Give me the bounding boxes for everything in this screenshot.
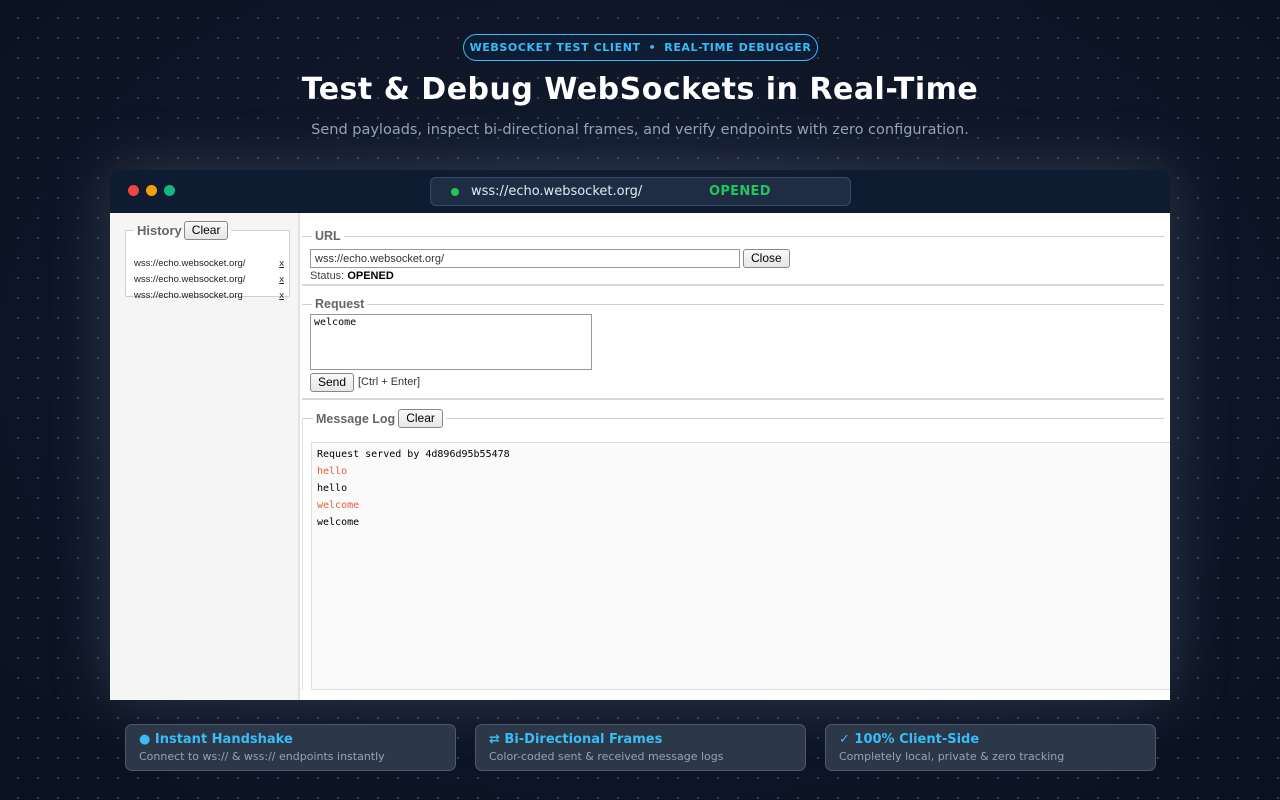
feature-card-handshake: ● Instant Handshake Connect to ws:// & w… bbox=[125, 724, 456, 771]
feature-title: ✓ 100% Client-Side bbox=[839, 732, 980, 747]
request-section: Request welcome Send [Ctrl + Enter] bbox=[302, 297, 1164, 400]
history-item[interactable]: wss://echo.websocket.org/x bbox=[134, 271, 284, 287]
feature-card-frames: ⇄ Bi-Directional Frames Color-coded sent… bbox=[475, 724, 806, 771]
history-item-remove-link[interactable]: x bbox=[279, 258, 284, 269]
history-list: wss://echo.websocket.org/x wss://echo.web… bbox=[134, 255, 284, 303]
history-item-url[interactable]: wss://echo.websocket.org bbox=[134, 290, 243, 301]
badge-separator: • bbox=[648, 41, 657, 54]
main-panel: URL wss://echo.websocket.org/ Close Stat… bbox=[302, 213, 1170, 700]
message-log-legend: Message Log Clear bbox=[313, 409, 446, 428]
log-line-received: welcome bbox=[317, 517, 360, 528]
history-item[interactable]: wss://echo.websocket.org x bbox=[134, 287, 284, 303]
log-line-received: Request served by 4d896d95b55478 bbox=[317, 449, 510, 460]
send-button[interactable]: Send bbox=[310, 373, 355, 392]
log-clear-button[interactable]: Clear bbox=[398, 409, 443, 428]
connection-indicator-icon bbox=[451, 187, 459, 196]
address-url: wss://echo.websocket.org/ bbox=[471, 184, 643, 199]
address-bar[interactable]: wss://echo.websocket.org/ OPENED bbox=[430, 177, 851, 206]
status-value: OPENED bbox=[347, 270, 394, 282]
history-item-remove-link[interactable]: x bbox=[279, 274, 284, 285]
request-legend: Request bbox=[315, 297, 365, 311]
history-item-remove-link[interactable]: x bbox=[279, 290, 284, 301]
hero-subtitle: Send payloads, inspect bi-directional fr… bbox=[311, 122, 969, 138]
app-window: wss://echo.websocket.org/ OPENED History… bbox=[110, 170, 1170, 700]
feature-description: Completely local, private & zero trackin… bbox=[839, 750, 1065, 763]
badge-right-text: REAL-TIME DEBUGGER bbox=[664, 41, 812, 54]
address-status: OPENED bbox=[709, 184, 771, 199]
app-content: History Clear wss://echo.websocket.org/x… bbox=[110, 213, 1170, 700]
history-panel: History Clear wss://echo.websocket.org/x… bbox=[125, 221, 290, 301]
history-item[interactable]: wss://echo.websocket.org/x bbox=[134, 255, 284, 271]
connection-status-line: Status: OPENED bbox=[310, 270, 394, 282]
url-input[interactable]: wss://echo.websocket.org/ bbox=[310, 249, 740, 268]
history-item-url[interactable]: wss://echo.websocket.org/ bbox=[134, 274, 245, 285]
url-legend: URL bbox=[315, 229, 341, 243]
history-legend: History Clear bbox=[134, 221, 231, 240]
message-log-section: Message Log Clear Request served by 4d89… bbox=[302, 409, 1170, 690]
send-shortcut-hint: [Ctrl + Enter] bbox=[358, 376, 421, 388]
history-sidebar: History Clear wss://echo.websocket.org/x… bbox=[110, 213, 300, 700]
message-log[interactable]: Request served by 4d896d95b55478 hello hel… bbox=[311, 442, 1170, 690]
url-section: URL wss://echo.websocket.org/ Close Stat… bbox=[302, 229, 1164, 286]
feature-card-client-side: ✓ 100% Client-Side Completely local, pri… bbox=[825, 724, 1156, 771]
log-line-received: hello bbox=[317, 483, 348, 494]
history-item-url[interactable]: wss://echo.websocket.org/ bbox=[134, 258, 245, 269]
feature-title: ● Instant Handshake bbox=[139, 732, 293, 747]
history-clear-button[interactable]: Clear bbox=[183, 221, 229, 240]
window-titlebar: wss://echo.websocket.org/ OPENED bbox=[110, 170, 1170, 213]
message-log-title: Message Log bbox=[316, 411, 396, 426]
history-title: History bbox=[137, 223, 182, 238]
log-line-sent: welcome bbox=[317, 500, 360, 511]
request-textarea[interactable]: welcome bbox=[310, 314, 592, 370]
close-connection-button[interactable]: Close bbox=[743, 249, 790, 268]
maximize-window-dot[interactable] bbox=[164, 185, 175, 196]
hero-title: Test & Debug WebSockets in Real-Time bbox=[301, 72, 979, 107]
close-window-dot[interactable] bbox=[128, 185, 139, 196]
feature-description: Connect to ws:// & wss:// endpoints inst… bbox=[139, 750, 385, 763]
log-line-sent: hello bbox=[317, 466, 348, 477]
minimize-window-dot[interactable] bbox=[146, 185, 157, 196]
badge-left-text: WEBSOCKET TEST CLIENT bbox=[469, 41, 641, 54]
feature-title: ⇄ Bi-Directional Frames bbox=[489, 732, 663, 747]
status-label: Status: bbox=[310, 270, 345, 282]
feature-description: Color-coded sent & received message logs bbox=[489, 750, 724, 763]
top-badge: WEBSOCKET TEST CLIENT • REAL-TIME DEBUGG… bbox=[463, 34, 818, 61]
